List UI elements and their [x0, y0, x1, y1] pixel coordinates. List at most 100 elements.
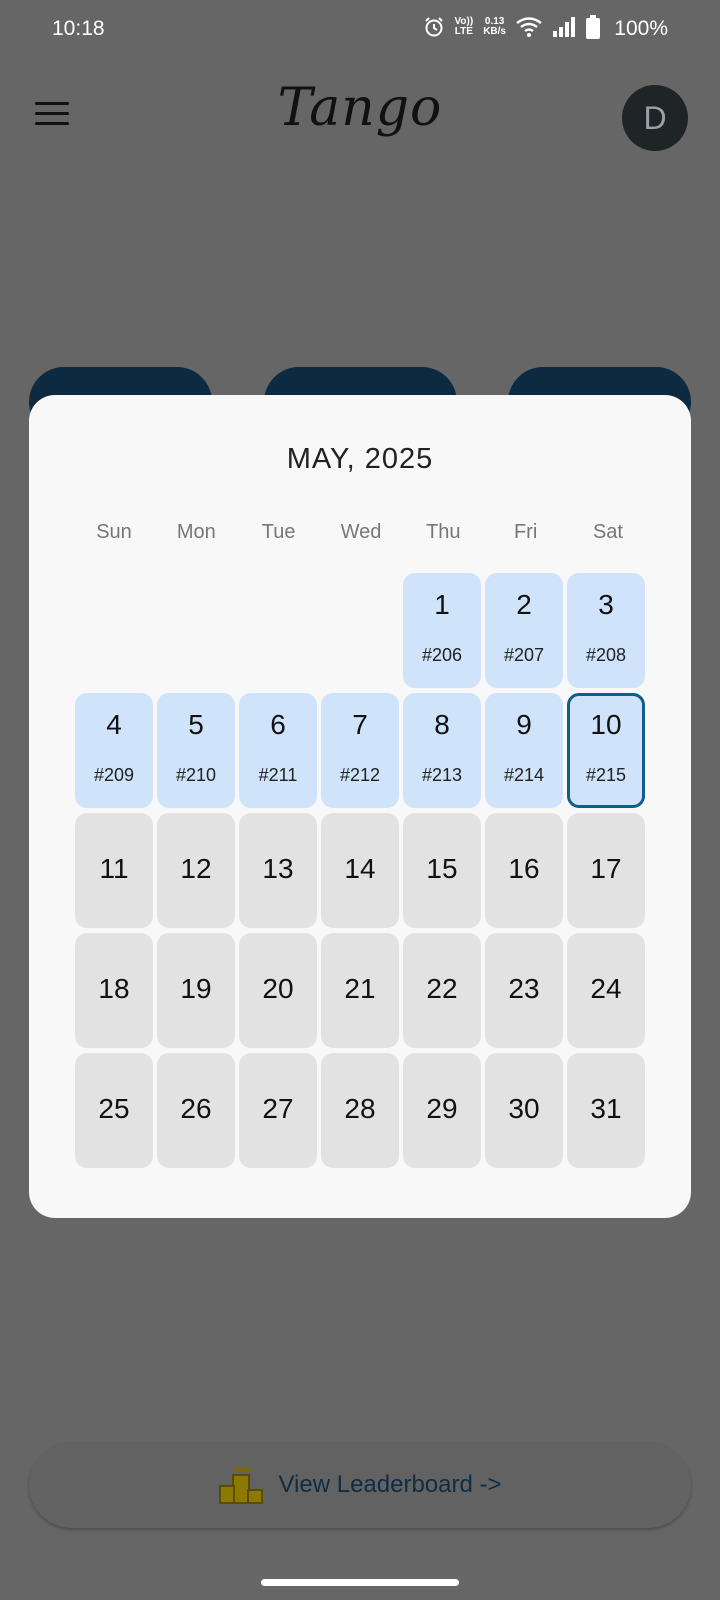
volte-indicator: Vo)) LTE [455, 17, 474, 37]
day-number: 25 [98, 1093, 130, 1124]
day-number: 5 [188, 709, 204, 740]
podium-icon [219, 1468, 264, 1504]
day-number: 20 [262, 973, 294, 1004]
weekday-header: Sun Mon Tue Wed Thu Fri Sat [75, 521, 647, 544]
day-number: 11 [99, 853, 129, 884]
day-number: 1 [434, 589, 450, 620]
day-cell-31[interactable]: 31 [567, 1053, 645, 1168]
day-number: 18 [98, 973, 130, 1004]
weekday-mon: Mon [176, 521, 216, 543]
day-cell-26[interactable]: 26 [157, 1053, 235, 1168]
day-cell-7[interactable]: 7 #212 [321, 693, 399, 808]
app-bar: Tango D [0, 70, 720, 170]
day-number: 27 [262, 1093, 294, 1124]
day-number: 21 [344, 973, 376, 1004]
battery-icon [586, 15, 600, 39]
day-number: 31 [590, 1093, 622, 1124]
puzzle-number: #208 [585, 645, 627, 665]
puzzle-number: #210 [175, 765, 217, 785]
status-icons: Vo)) LTE 0.13 KB/s [423, 15, 600, 39]
weekday-sun: Sun [96, 521, 132, 543]
calendar-grid: 1 #206 2 #207 3 #208 4 #209 5 #210 6 #211 7 #212 8 #213… [75, 573, 647, 1168]
leaderboard-label: View Leaderboard -> [278, 1471, 502, 1498]
day-number: 8 [434, 709, 450, 740]
day-cell-14[interactable]: 14 [321, 813, 399, 928]
day-cell-11[interactable]: 11 [75, 813, 153, 928]
empty-day-cell [157, 573, 235, 688]
calendar-dialog: MAY, 2025 Sun Mon Tue Wed Thu Fri Sat 1 #206 2 #2… [29, 395, 691, 1218]
day-cell-12[interactable]: 12 [157, 813, 235, 928]
status-bar: 10:18 Vo)) LTE 0.13 KB/s 100% [0, 0, 720, 60]
view-leaderboard-button[interactable]: View Leaderboard -> [29, 1442, 691, 1528]
day-cell-30[interactable]: 30 [485, 1053, 563, 1168]
day-cell-2[interactable]: 2 #207 [485, 573, 563, 688]
day-cell-25[interactable]: 25 [75, 1053, 153, 1168]
day-cell-21[interactable]: 21 [321, 933, 399, 1048]
day-number: 10 [590, 709, 622, 740]
puzzle-number: #215 [585, 765, 627, 785]
day-cell-24[interactable]: 24 [567, 933, 645, 1048]
day-cell-22[interactable]: 22 [403, 933, 481, 1048]
day-number: 19 [180, 973, 212, 1004]
day-cell-13[interactable]: 13 [239, 813, 317, 928]
month-title: MAY, 2025 [286, 443, 434, 475]
day-cell-28[interactable]: 28 [321, 1053, 399, 1168]
day-number: 24 [590, 973, 622, 1004]
day-cell-18[interactable]: 18 [75, 933, 153, 1048]
weekday-fri: Fri [513, 521, 538, 543]
empty-day-cell [239, 573, 317, 688]
day-number: 30 [508, 1093, 540, 1124]
day-cell-3[interactable]: 3 #208 [567, 573, 645, 688]
puzzle-number: #209 [93, 765, 135, 785]
alarm-icon [424, 17, 443, 37]
battery-percent: 100% [614, 17, 668, 40]
day-cell-27[interactable]: 27 [239, 1053, 317, 1168]
puzzle-number: #213 [421, 765, 463, 785]
weekday-wed: Wed [340, 521, 382, 543]
weekday-tue: Tue [261, 521, 296, 543]
day-number: 23 [508, 973, 540, 1004]
day-cell-16[interactable]: 16 [485, 813, 563, 928]
day-cell-15[interactable]: 15 [403, 813, 481, 928]
day-number: 16 [508, 853, 540, 884]
net-speed: 0.13 KB/s [483, 17, 506, 37]
day-number: 15 [426, 853, 458, 884]
day-cell-1[interactable]: 1 #206 [403, 573, 481, 688]
volte-bottom: LTE [454, 26, 473, 37]
day-number: 26 [180, 1093, 212, 1124]
day-cell-23[interactable]: 23 [485, 933, 563, 1048]
day-cell-29[interactable]: 29 [403, 1053, 481, 1168]
puzzle-number: #211 [258, 765, 298, 785]
puzzle-number: #207 [503, 645, 545, 665]
day-cell-17[interactable]: 17 [567, 813, 645, 928]
day-number: 12 [180, 853, 212, 884]
day-number: 29 [426, 1093, 458, 1124]
day-cell-10[interactable]: 10 #215 [567, 693, 645, 808]
puzzle-number: #206 [421, 645, 463, 665]
day-number: 13 [262, 853, 294, 884]
day-number: 28 [344, 1093, 376, 1124]
weekday-thu: Thu [426, 521, 461, 543]
day-number: 3 [598, 589, 614, 620]
day-cell-20[interactable]: 20 [239, 933, 317, 1048]
app-title: Tango [277, 78, 443, 138]
empty-day-cell [75, 573, 153, 688]
puzzle-number: #212 [339, 765, 381, 785]
day-cell-9[interactable]: 9 #214 [485, 693, 563, 808]
status-time: 10:18 [52, 17, 105, 40]
day-cell-5[interactable]: 5 #210 [157, 693, 235, 808]
day-cell-8[interactable]: 8 #213 [403, 693, 481, 808]
day-number: 6 [270, 709, 286, 740]
day-number: 17 [590, 853, 622, 884]
avatar[interactable]: D [622, 85, 688, 151]
puzzle-number: #214 [503, 765, 545, 785]
day-number: 7 [352, 709, 368, 740]
day-cell-4[interactable]: 4 #209 [75, 693, 153, 808]
net-speed-unit: KB/s [483, 26, 506, 37]
day-number: 9 [516, 709, 532, 740]
day-cell-6[interactable]: 6 #211 [239, 693, 317, 808]
wifi-icon [516, 17, 542, 37]
day-number: 2 [516, 589, 532, 620]
home-indicator[interactable] [261, 1579, 459, 1586]
day-cell-19[interactable]: 19 [157, 933, 235, 1048]
